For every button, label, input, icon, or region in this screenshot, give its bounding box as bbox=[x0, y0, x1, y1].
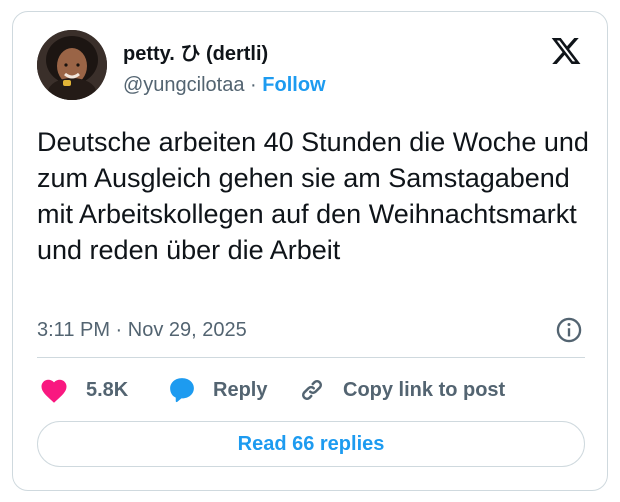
divider bbox=[37, 357, 585, 358]
tweet-timestamp: 3:11 PM · Nov 29, 2025 bbox=[37, 318, 247, 342]
copy-link-button[interactable]: Copy link to post bbox=[297, 374, 505, 406]
author-handle-row: @yungcilotaa · Follow bbox=[123, 73, 326, 97]
timestamp-link[interactable]: 3:11 PM · Nov 29, 2025 bbox=[37, 319, 247, 341]
author-avatar[interactable] bbox=[37, 30, 107, 100]
like-button[interactable]: 5.8K bbox=[39, 374, 128, 406]
like-count: 5.8K bbox=[86, 379, 129, 401]
reply-label: Reply bbox=[213, 379, 268, 401]
follow-button[interactable]: Follow bbox=[262, 74, 325, 96]
read-replies-button[interactable]: Read 66 replies bbox=[37, 421, 585, 467]
heart-icon bbox=[41, 379, 67, 403]
avatar-image bbox=[37, 30, 107, 100]
author-handle[interactable]: @yungcilotaa bbox=[123, 74, 244, 96]
speech-bubble-icon bbox=[170, 378, 194, 403]
tweet-text: Deutsche arbeiten 40 Stunden die Woche u… bbox=[37, 127, 589, 265]
read-replies-label: Read 66 replies bbox=[237, 432, 385, 455]
handle-separator: · bbox=[250, 74, 257, 96]
info-icon[interactable] bbox=[555, 316, 583, 344]
author-display-name[interactable]: petty. ひ (dertli) bbox=[123, 42, 268, 66]
reply-button[interactable]: Reply bbox=[167, 374, 267, 406]
link-icon bbox=[302, 380, 322, 400]
tweet-card: petty. ひ (dertli) @yungcilotaa · Follow … bbox=[12, 11, 608, 491]
x-logo-icon[interactable] bbox=[549, 35, 583, 67]
copy-link-label: Copy link to post bbox=[343, 379, 506, 401]
